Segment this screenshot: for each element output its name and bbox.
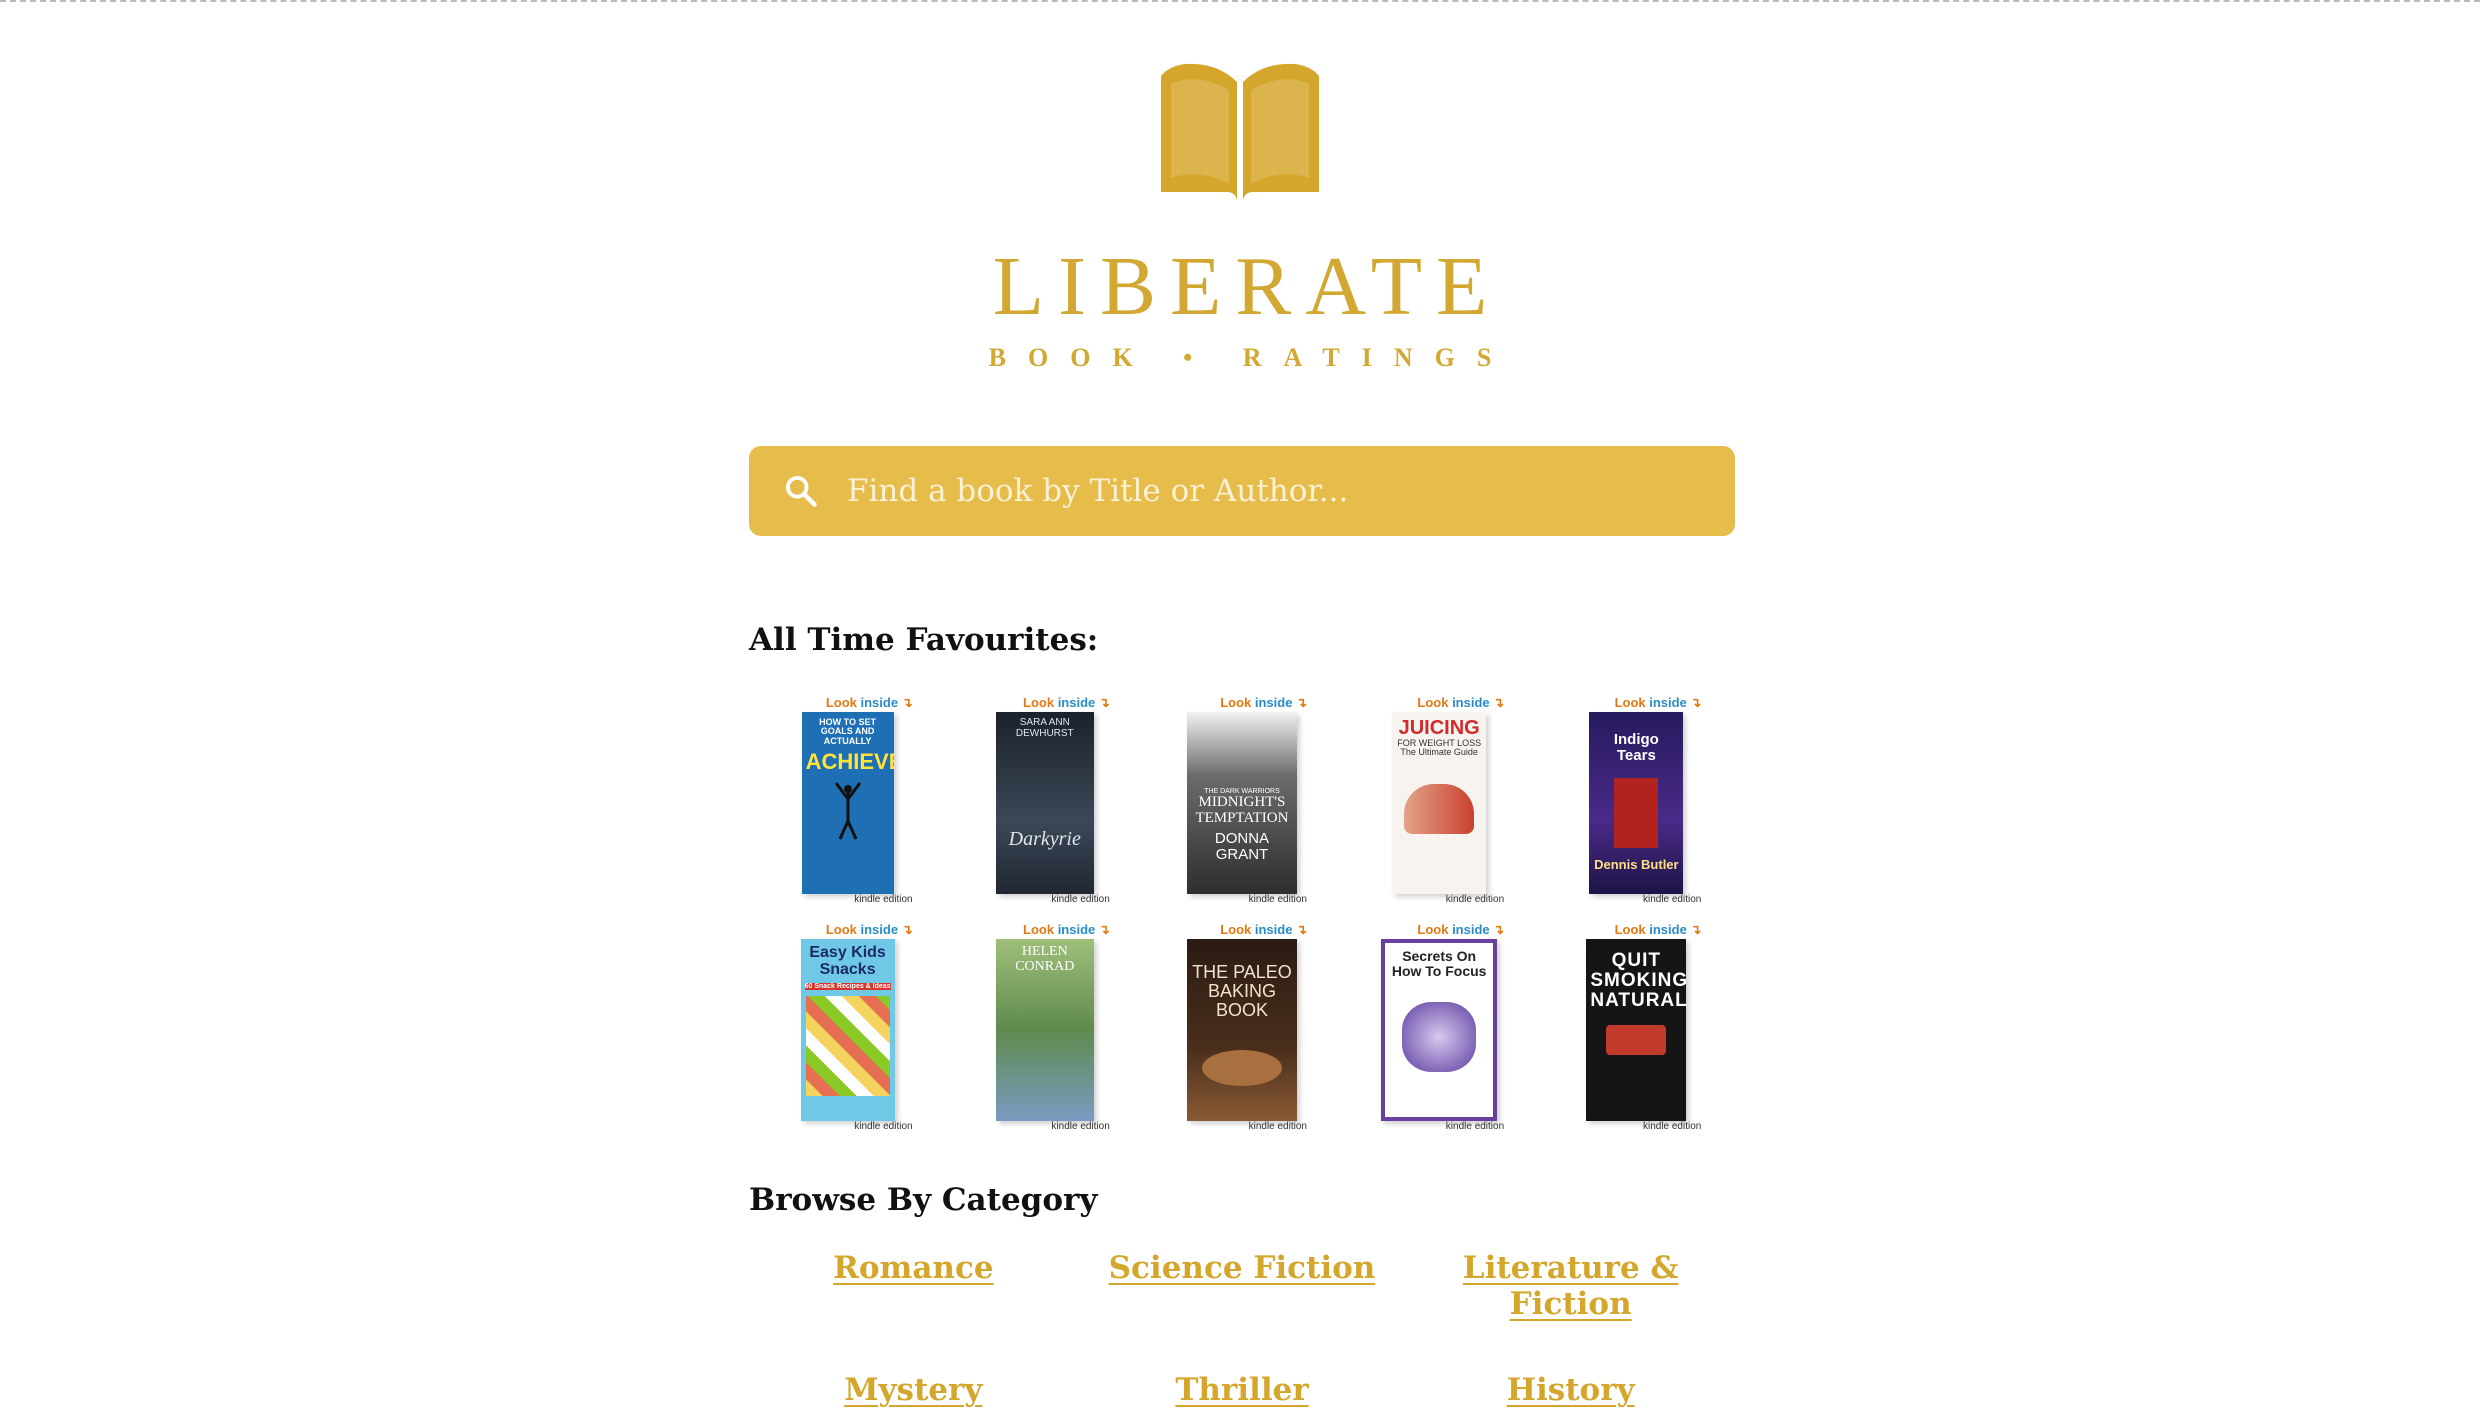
book-cover[interactable]: Indigo Tears Dennis Butler bbox=[1589, 712, 1684, 894]
book-card[interactable]: Look inside ↴ THE PALEO BAKING BOOK kind… bbox=[1177, 922, 1307, 1135]
look-inside-badge: Look inside ↴ bbox=[1023, 695, 1110, 710]
book-card[interactable]: Look inside ↴ HELEN CONRAD kindle editio… bbox=[980, 922, 1110, 1135]
book-card[interactable]: Look inside ↴ SARA ANN DEWHURST Darkyrie… bbox=[980, 695, 1110, 908]
book-cover[interactable]: Secrets On How To Focus bbox=[1381, 939, 1498, 1121]
kindle-edition-label: kindle edition bbox=[1642, 894, 1702, 905]
look-inside-badge: Look inside ↴ bbox=[1614, 695, 1702, 710]
book-cover[interactable]: JUICING FOR WEIGHT LOSS The Ultimate Gui… bbox=[1392, 712, 1487, 894]
search-bar[interactable] bbox=[749, 446, 1735, 536]
look-inside-badge: Look inside ↴ bbox=[825, 695, 913, 710]
browse-heading: Browse By Category bbox=[749, 1182, 1098, 1218]
book-cover[interactable]: HOW TO SET GOALS AND ACTUALLY ACHIEVE bbox=[801, 712, 894, 894]
book-card[interactable]: Look inside ↴ HOW TO SET GOALS AND ACTUA… bbox=[783, 695, 913, 908]
book-cover[interactable]: SARA ANN DEWHURST Darkyrie bbox=[995, 712, 1094, 894]
search-input[interactable] bbox=[845, 472, 1709, 510]
book-row: Look inside ↴ Easy Kids Snacks 60 Snack … bbox=[749, 922, 1735, 1135]
cover-image bbox=[805, 995, 890, 1096]
category-link-mystery[interactable]: Mystery bbox=[749, 1372, 1078, 1408]
look-inside-badge: Look inside ↴ bbox=[1417, 695, 1505, 710]
kindle-edition-label: kindle edition bbox=[1051, 1121, 1110, 1132]
book-cover[interactable]: THE PALEO BAKING BOOK bbox=[1186, 939, 1297, 1121]
kindle-edition-label: kindle edition bbox=[1445, 894, 1505, 905]
look-inside-badge: Look inside ↴ bbox=[1614, 922, 1702, 937]
kindle-edition-label: kindle edition bbox=[854, 894, 913, 905]
category-link-thriller[interactable]: Thriller bbox=[1078, 1372, 1407, 1408]
look-inside-badge: Look inside ↴ bbox=[1220, 695, 1307, 710]
kindle-edition-label: kindle edition bbox=[1445, 1121, 1505, 1132]
kindle-edition-label: kindle edition bbox=[1642, 1121, 1702, 1132]
favourites-heading: All Time Favourites: bbox=[749, 622, 1099, 658]
brand-tagline: BOOK • RATINGS bbox=[988, 343, 1514, 372]
book-cover[interactable]: QUIT SMOKING NATURALLY bbox=[1586, 939, 1687, 1121]
book-card[interactable]: Look inside ↴ Secrets On How To Focus ki… bbox=[1374, 922, 1504, 1135]
book-cover[interactable]: THE DARK WARRIORS MIDNIGHT'S TEMPTATION … bbox=[1186, 712, 1297, 894]
cover-image bbox=[1606, 1024, 1667, 1055]
book-row: Look inside ↴ HOW TO SET GOALS AND ACTUA… bbox=[749, 695, 1735, 908]
book-card[interactable]: Look inside ↴ QUIT SMOKING NATURALLY kin… bbox=[1571, 922, 1701, 1135]
kindle-edition-label: kindle edition bbox=[1051, 894, 1110, 905]
cover-image bbox=[1404, 783, 1475, 834]
book-cover[interactable]: HELEN CONRAD bbox=[995, 939, 1094, 1121]
look-inside-badge: Look inside ↴ bbox=[825, 922, 913, 937]
cover-image bbox=[1201, 1049, 1282, 1086]
category-links: Romance Science Fiction Literature & Fic… bbox=[749, 1250, 1735, 1408]
kindle-edition-label: kindle edition bbox=[854, 1121, 913, 1132]
book-card[interactable]: Look inside ↴ Easy Kids Snacks 60 Snack … bbox=[783, 922, 913, 1135]
open-book-icon bbox=[1161, 63, 1319, 201]
look-inside-badge: Look inside ↴ bbox=[1220, 922, 1307, 937]
favourites-grid: Look inside ↴ HOW TO SET GOALS AND ACTUA… bbox=[749, 695, 1735, 1149]
book-card[interactable]: Look inside ↴ Indigo Tears Dennis Butler… bbox=[1571, 695, 1701, 908]
book-card[interactable]: Look inside ↴ THE DARK WARRIORS MIDNIGHT… bbox=[1177, 695, 1307, 908]
brand-name: LIBERATE bbox=[992, 240, 1502, 333]
look-inside-badge: Look inside ↴ bbox=[1417, 922, 1505, 937]
look-inside-badge: Look inside ↴ bbox=[1023, 922, 1110, 937]
book-card[interactable]: Look inside ↴ JUICING FOR WEIGHT LOSS Th… bbox=[1374, 695, 1504, 908]
kindle-edition-label: kindle edition bbox=[1248, 1121, 1307, 1132]
cover-image bbox=[1402, 1002, 1477, 1073]
brand-header: LIBERATE BOOK • RATINGS bbox=[0, 60, 2480, 373]
category-link-history[interactable]: History bbox=[1406, 1372, 1735, 1408]
category-link-science-fiction[interactable]: Science Fiction bbox=[1078, 1250, 1407, 1322]
book-cover[interactable]: Easy Kids Snacks 60 Snack Recipes & Idea… bbox=[800, 939, 895, 1121]
category-link-romance[interactable]: Romance bbox=[749, 1250, 1078, 1322]
search-icon[interactable] bbox=[783, 473, 819, 509]
category-link-literature-fiction[interactable]: Literature & Fiction bbox=[1406, 1250, 1735, 1322]
cover-image bbox=[1614, 777, 1659, 848]
top-dashed-divider bbox=[0, 0, 2480, 2]
kindle-edition-label: kindle edition bbox=[1248, 894, 1307, 905]
cover-figure-icon bbox=[834, 782, 861, 841]
